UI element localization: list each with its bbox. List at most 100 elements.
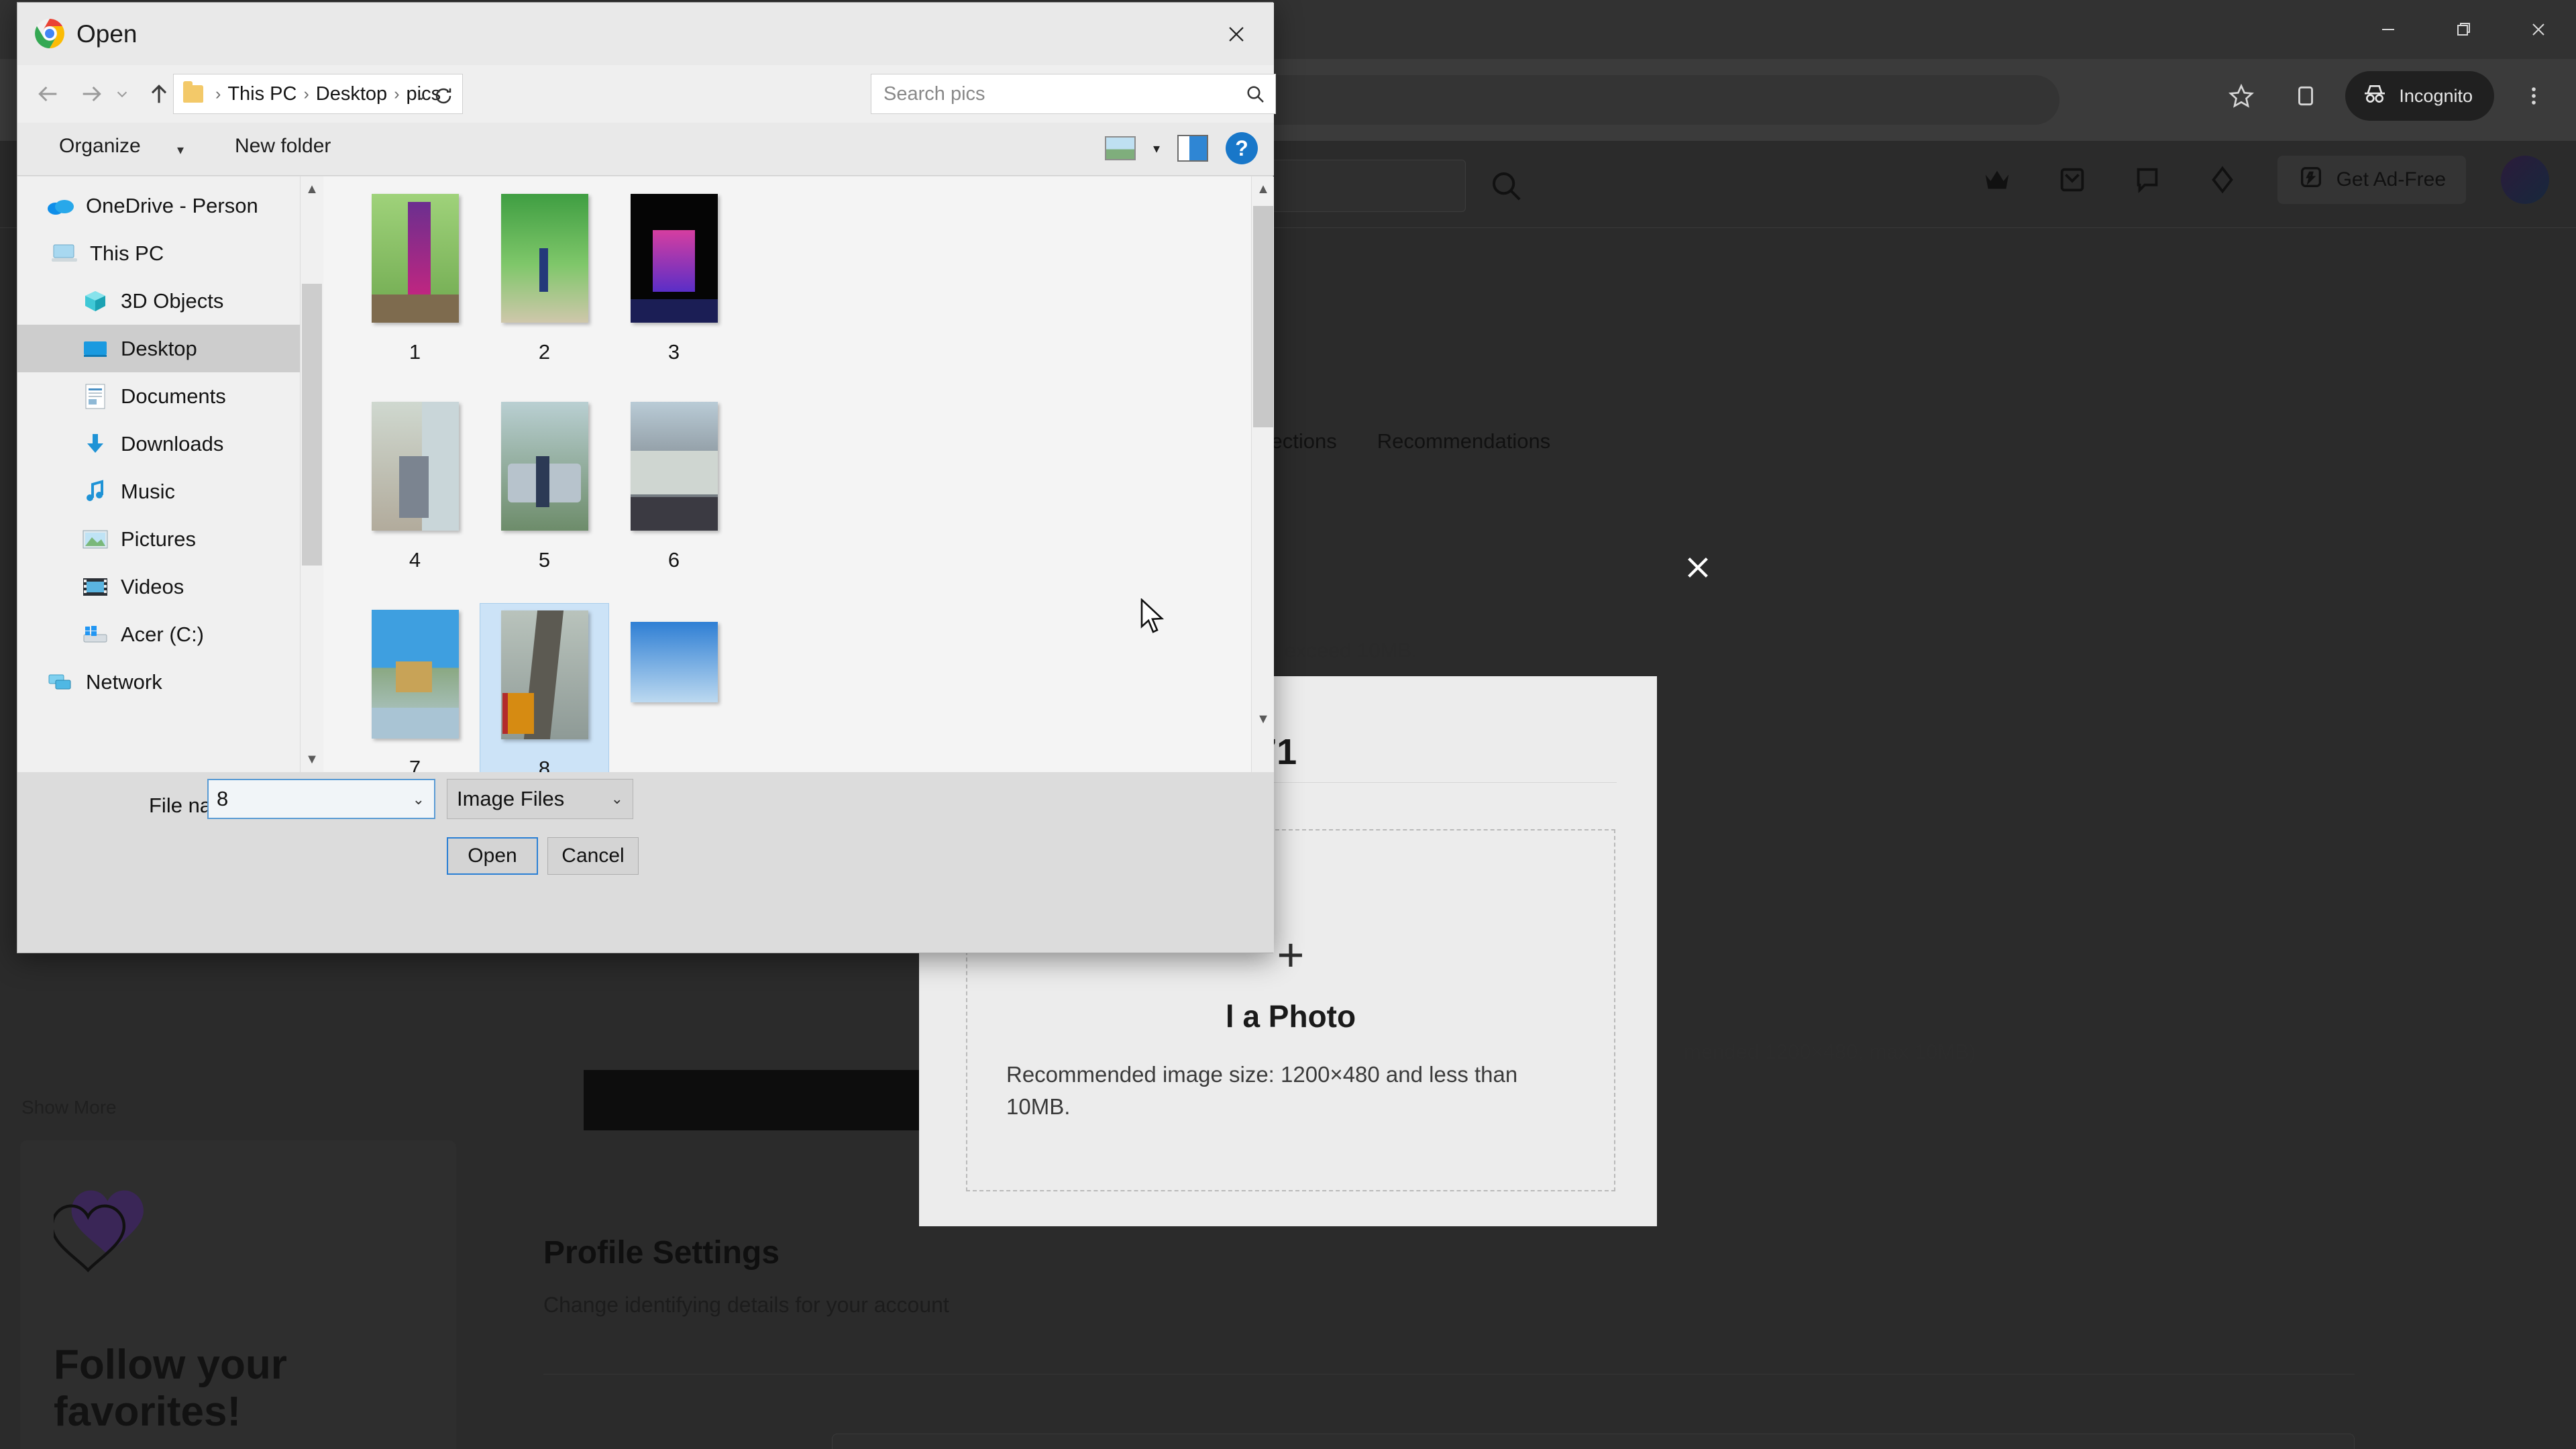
organize-button[interactable]: Organize [59, 135, 141, 158]
notification-icon[interactable] [2202, 160, 2243, 200]
username-field-row: Username moodjoy071 You must have a veri… [543, 1434, 2355, 1449]
file-thumbnail [500, 402, 588, 531]
sidebar-item-acer-c[interactable]: Acer (C:) [17, 610, 323, 658]
file-name: 8 [538, 757, 551, 772]
breadcrumb-separator-2: › [303, 84, 309, 103]
preview-pane-icon[interactable] [1177, 135, 1208, 162]
organize-caret-icon[interactable]: ▾ [177, 142, 184, 158]
sidebar-item-pictures[interactable]: Pictures [17, 515, 323, 563]
file-thumbnail [371, 194, 459, 323]
scroll-down-icon[interactable]: ▼ [1252, 706, 1274, 732]
back-button[interactable] [28, 74, 67, 113]
file-name: 3 [667, 340, 680, 364]
forward-button[interactable] [72, 74, 111, 113]
ad-free-icon [2298, 164, 2324, 196]
open-button[interactable]: Open [447, 837, 538, 875]
refresh-icon[interactable] [430, 84, 457, 108]
page-title: Profile Settings [543, 1235, 780, 1271]
avatar[interactable] [2501, 156, 2549, 204]
sidebar-item-label: This PC [90, 241, 164, 265]
file-list: 1 2 3 4 5 6 7 8 ▲ ▼ [323, 176, 1274, 772]
file-list-scrollbar[interactable]: ▲ ▼ [1251, 176, 1274, 772]
file-item[interactable]: 7 [350, 603, 480, 772]
sidebar-item-this-pc[interactable]: This PC [17, 229, 323, 277]
chevron-down-icon[interactable]: ⌄ [611, 790, 623, 808]
sidebar-item-3d-objects[interactable]: 3D Objects [17, 277, 323, 325]
divider [543, 1374, 2355, 1375]
search-pics-box[interactable] [871, 74, 1276, 114]
breadcrumb[interactable]: › This PC › Desktop › pics ⌄ [173, 74, 463, 114]
new-folder-button[interactable]: New folder [235, 135, 331, 158]
sidebar-item-videos[interactable]: Videos [17, 563, 323, 610]
mouse-cursor [1139, 598, 1170, 636]
sidebar-item-onedrive[interactable]: OneDrive - Person [17, 182, 323, 229]
sidebar-item-network[interactable]: Network [17, 658, 323, 706]
get-ad-free-button[interactable]: Get Ad-Free [2277, 156, 2466, 204]
file-item[interactable]: 4 [350, 395, 480, 603]
favorites-card: Follow your favorites! They'll show up h… [20, 1140, 456, 1449]
cancel-button[interactable]: Cancel [547, 837, 639, 875]
minimize-button[interactable] [2351, 0, 2426, 59]
file-item[interactable] [609, 603, 739, 772]
more-vert-icon[interactable] [2509, 71, 2559, 121]
file-item[interactable]: 2 [480, 187, 609, 395]
documents-icon [80, 382, 110, 411]
scroll-up-icon[interactable]: ▲ [1252, 176, 1274, 202]
sidebar-scrollbar[interactable]: ▲ ▼ [300, 176, 323, 772]
chat-icon[interactable] [2127, 160, 2167, 200]
upload-photo-label: l a Photo [1225, 999, 1356, 1034]
sidebar-item-label: Downloads [121, 431, 224, 455]
scroll-thumb[interactable] [302, 284, 322, 566]
dialog-close-button[interactable] [1205, 3, 1267, 65]
crown-icon[interactable] [1977, 160, 2017, 200]
username-input[interactable]: moodjoy071 [832, 1434, 2355, 1449]
tab-recommendations[interactable]: Recommendations [1377, 429, 1550, 453]
file-type-select[interactable]: Image Files ⌄ [447, 779, 633, 819]
help-icon[interactable]: ? [1226, 132, 1258, 164]
file-name: 7 [409, 756, 421, 772]
search-input[interactable] [871, 74, 1220, 113]
file-item[interactable]: 3 [609, 187, 739, 395]
file-name: 1 [409, 340, 421, 364]
search-icon[interactable] [1244, 83, 1266, 108]
sidebar-item-desktop[interactable]: Desktop [17, 325, 323, 372]
view-caret-icon[interactable]: ▾ [1153, 140, 1160, 157]
sidebar-item-label: OneDrive - Person [86, 193, 258, 217]
search-icon[interactable] [1472, 160, 1540, 212]
dialog-titlebar: Open [17, 3, 1274, 65]
star-icon[interactable] [2216, 71, 2266, 121]
close-button[interactable] [2501, 0, 2576, 59]
chevron-down-icon[interactable]: ⌄ [413, 791, 425, 808]
restore-button[interactable] [2426, 0, 2501, 59]
file-item[interactable]: 6 [609, 395, 739, 603]
breadcrumb-desktop[interactable]: Desktop [316, 83, 387, 105]
3d-objects-icon [80, 286, 110, 316]
file-item-selected[interactable]: 8 [480, 603, 609, 772]
banner-recommended-note: mended 1200×480, max 10MB) [1684, 1040, 1976, 1063]
scroll-thumb[interactable] [1253, 206, 1273, 427]
incognito-indicator[interactable]: Incognito [2345, 71, 2494, 121]
breadcrumb-this-pc[interactable]: This PC [227, 83, 297, 105]
sidebar-item-label: Desktop [121, 336, 197, 360]
scroll-down-icon[interactable]: ▼ [301, 747, 323, 772]
plus-icon: + [1277, 928, 1305, 981]
scroll-up-icon[interactable]: ▲ [301, 176, 323, 202]
file-item[interactable]: 1 [350, 187, 480, 395]
sidebar-item-label: Pictures [121, 527, 196, 551]
sidebar-item-label: Videos [121, 574, 184, 598]
side-panel-icon[interactable] [2281, 71, 2330, 121]
inbox-icon[interactable] [2052, 160, 2092, 200]
sidebar-item-music[interactable]: Music [17, 468, 323, 515]
onedrive-icon [46, 191, 75, 221]
show-more-link[interactable]: Show More [21, 1097, 117, 1118]
sidebar-item-downloads[interactable]: Downloads [17, 420, 323, 468]
file-thumbnail [630, 402, 718, 531]
username-field-col: moodjoy071 You must have a verified emai… [832, 1434, 2355, 1449]
file-item[interactable]: 5 [480, 395, 609, 603]
sidebar-item-documents[interactable]: Documents [17, 372, 323, 420]
view-thumbnails-icon[interactable] [1104, 136, 1136, 160]
recent-locations-icon[interactable] [111, 74, 133, 113]
modal-close-icon[interactable] [1674, 543, 1722, 592]
chevron-down-icon[interactable]: ⌄ [415, 87, 427, 104]
file-name-input[interactable]: 8 ⌄ [207, 779, 435, 819]
